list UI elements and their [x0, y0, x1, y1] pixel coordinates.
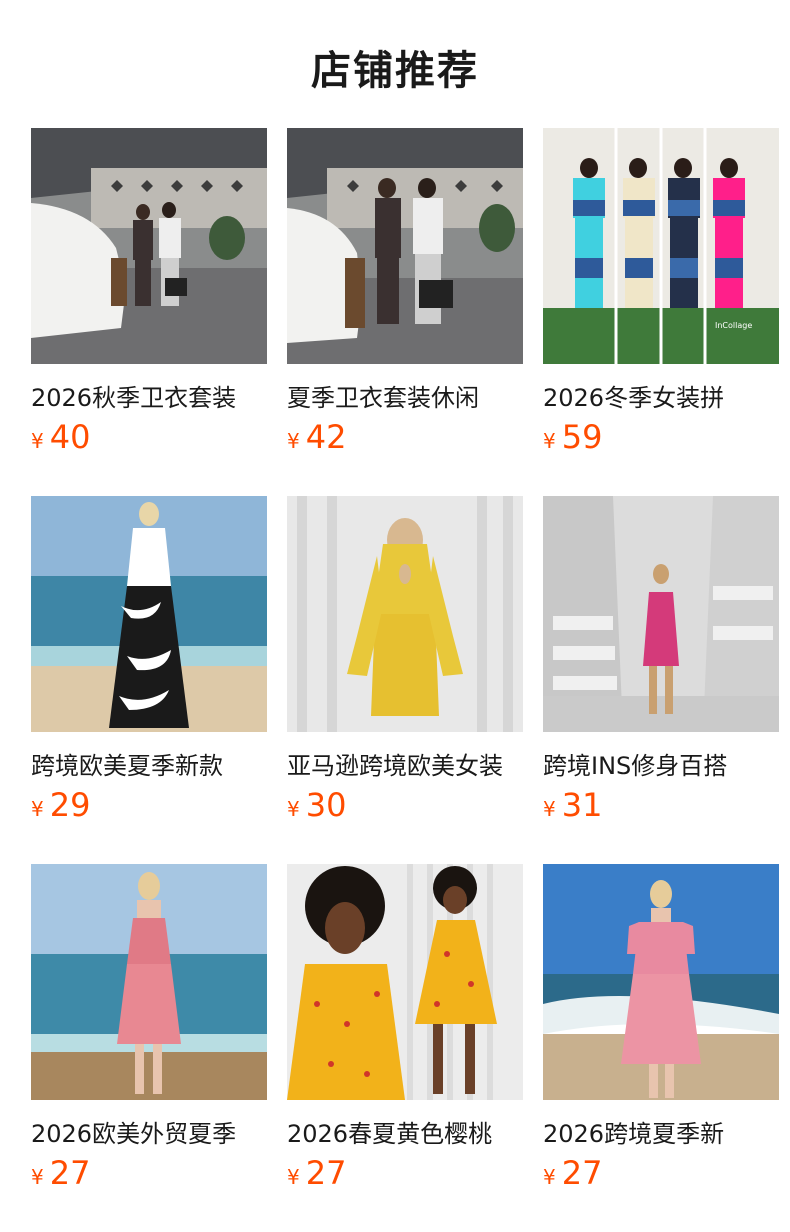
- product-price: ¥31: [543, 786, 602, 824]
- product-card[interactable]: 跨境INS修身百搭 ¥31: [543, 496, 779, 826]
- currency-symbol: ¥: [31, 797, 44, 821]
- product-price: ¥27: [543, 1154, 602, 1192]
- price-value: 42: [305, 418, 347, 456]
- price-value: 31: [561, 786, 603, 824]
- product-image[interactable]: [31, 128, 267, 364]
- price-value: 27: [561, 1154, 603, 1192]
- product-card[interactable]: 2026秋季卫衣套装 ¥40: [31, 128, 267, 458]
- currency-symbol: ¥: [287, 797, 300, 821]
- product-price: ¥42: [287, 418, 346, 456]
- section-title: 店铺推荐: [311, 48, 479, 94]
- product-image[interactable]: [31, 864, 267, 1100]
- product-card[interactable]: 亚马逊跨境欧美女装 ¥30: [287, 496, 523, 826]
- product-card[interactable]: 夏季卫衣套装休闲 ¥42: [287, 128, 523, 458]
- watermark-text: InCollage: [715, 321, 752, 330]
- price-value: 30: [305, 786, 347, 824]
- product-price: ¥27: [31, 1154, 90, 1192]
- product-name: 2026冬季女装拼: [543, 384, 725, 412]
- price-value: 27: [49, 1154, 91, 1192]
- price-value: 40: [49, 418, 91, 456]
- product-price: ¥27: [287, 1154, 346, 1192]
- product-name: 跨境欧美夏季新款: [31, 752, 223, 780]
- product-price: ¥29: [31, 786, 90, 824]
- price-value: 29: [49, 786, 91, 824]
- product-image[interactable]: [287, 496, 523, 732]
- product-card[interactable]: 2026春夏黄色樱桃 ¥27: [287, 864, 523, 1194]
- product-image[interactable]: [31, 496, 267, 732]
- product-name: 夏季卫衣套装休闲: [287, 384, 479, 412]
- price-value: 59: [561, 418, 603, 456]
- product-image[interactable]: [287, 128, 523, 364]
- currency-symbol: ¥: [543, 1165, 556, 1189]
- currency-symbol: ¥: [287, 1165, 300, 1189]
- currency-symbol: ¥: [287, 429, 300, 453]
- product-image[interactable]: InCollage: [543, 128, 779, 364]
- product-card[interactable]: 跨境欧美夏季新款 ¥29: [31, 496, 267, 826]
- price-value: 27: [305, 1154, 347, 1192]
- product-card[interactable]: 2026跨境夏季新 ¥27: [543, 864, 779, 1194]
- product-price: ¥40: [31, 418, 90, 456]
- product-price: ¥30: [287, 786, 346, 824]
- currency-symbol: ¥: [543, 797, 556, 821]
- product-name: 2026欧美外贸夏季: [31, 1120, 237, 1148]
- product-price: ¥59: [543, 418, 602, 456]
- product-name: 跨境INS修身百搭: [543, 752, 728, 780]
- product-name: 2026跨境夏季新: [543, 1120, 725, 1148]
- currency-symbol: ¥: [543, 429, 556, 453]
- product-card[interactable]: 2026欧美外贸夏季 ¥27: [31, 864, 267, 1194]
- product-card[interactable]: InCollage 2026冬季女装拼 ¥59: [543, 128, 779, 458]
- product-name: 亚马逊跨境欧美女装: [287, 752, 503, 780]
- product-name: 2026春夏黄色樱桃: [287, 1120, 493, 1148]
- product-image[interactable]: [543, 496, 779, 732]
- currency-symbol: ¥: [31, 429, 44, 453]
- currency-symbol: ¥: [31, 1165, 44, 1189]
- product-name: 2026秋季卫衣套装: [31, 384, 237, 412]
- product-image[interactable]: [287, 864, 523, 1100]
- product-image[interactable]: [543, 864, 779, 1100]
